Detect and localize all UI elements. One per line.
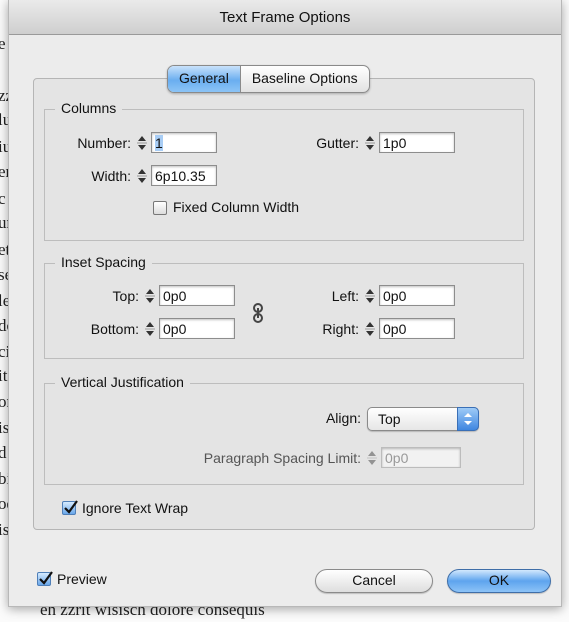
columns-legend: Columns bbox=[55, 100, 123, 116]
ok-button[interactable]: OK bbox=[447, 569, 551, 593]
bottom-field[interactable]: 0p0 bbox=[159, 318, 235, 339]
chain-link-icon[interactable] bbox=[251, 303, 265, 323]
top-field[interactable]: 0p0 bbox=[159, 285, 235, 306]
width-field[interactable]: 6p10.35 bbox=[151, 165, 217, 186]
bottom-label: Bottom: bbox=[90, 321, 139, 337]
ignore-text-wrap-checkbox[interactable] bbox=[62, 500, 78, 515]
number-field[interactable]: 1 bbox=[151, 132, 217, 153]
title-bar[interactable]: Text Frame Options bbox=[9, 0, 561, 35]
vertical-justification-group: Vertical Justification Align: Top Paragr… bbox=[44, 374, 524, 485]
paragraph-spacing-stepper[interactable] bbox=[365, 447, 379, 469]
number-stepper[interactable] bbox=[135, 132, 149, 154]
ignore-text-wrap-label: Ignore Text Wrap bbox=[82, 500, 189, 516]
right-stepper[interactable] bbox=[363, 318, 377, 340]
left-stepper[interactable] bbox=[363, 285, 377, 307]
left-label: Left: bbox=[331, 288, 359, 304]
background-text-line: e bbox=[0, 34, 6, 53]
columns-group: Columns Number: 1 Gutter: 1p0 Width: 6p1… bbox=[44, 100, 524, 241]
tab-panel: Columns Number: 1 Gutter: 1p0 Width: 6p1… bbox=[33, 78, 535, 530]
align-select[interactable]: Top bbox=[367, 407, 479, 431]
top-stepper[interactable] bbox=[143, 285, 157, 307]
width-label: Width: bbox=[91, 168, 131, 184]
bottom-stepper[interactable] bbox=[143, 318, 157, 340]
top-label: Top: bbox=[112, 288, 139, 304]
tab-general[interactable]: General bbox=[168, 66, 240, 92]
right-label: Right: bbox=[322, 321, 359, 337]
select-arrows-icon bbox=[457, 407, 479, 431]
dialog-title: Text Frame Options bbox=[219, 9, 351, 26]
align-label: Align: bbox=[325, 410, 361, 426]
left-field[interactable]: 0p0 bbox=[379, 285, 455, 306]
gutter-stepper[interactable] bbox=[363, 132, 377, 154]
fixed-column-width-checkbox[interactable] bbox=[153, 201, 167, 215]
number-value: 1 bbox=[155, 135, 163, 151]
preview-checkbox[interactable] bbox=[37, 571, 53, 586]
paragraph-spacing-label: Paragraph Spacing Limit: bbox=[203, 450, 361, 466]
gutter-field[interactable]: 1p0 bbox=[379, 132, 455, 153]
number-label: Number: bbox=[77, 135, 131, 151]
vertical-justification-legend: Vertical Justification bbox=[55, 374, 190, 390]
width-stepper[interactable] bbox=[135, 165, 149, 187]
fixed-column-width-label: Fixed Column Width bbox=[173, 199, 300, 215]
cancel-button[interactable]: Cancel bbox=[315, 569, 433, 593]
align-value: Top bbox=[378, 411, 401, 427]
gutter-label: Gutter: bbox=[316, 135, 359, 151]
inset-spacing-group: Inset Spacing Top: 0p0 Bottom: 0p0 Left:… bbox=[44, 254, 524, 359]
paragraph-spacing-field[interactable]: 0p0 bbox=[381, 447, 461, 468]
tab-bar: General Baseline Options bbox=[167, 65, 370, 93]
text-frame-options-dialog: Text Frame Options Columns Number: 1 Gut… bbox=[8, 0, 562, 607]
inset-spacing-legend: Inset Spacing bbox=[55, 254, 152, 270]
background-text-line: c bbox=[0, 189, 6, 208]
preview-label: Preview bbox=[57, 571, 107, 587]
right-field[interactable]: 0p0 bbox=[379, 318, 455, 339]
tab-baseline-options[interactable]: Baseline Options bbox=[239, 66, 369, 92]
